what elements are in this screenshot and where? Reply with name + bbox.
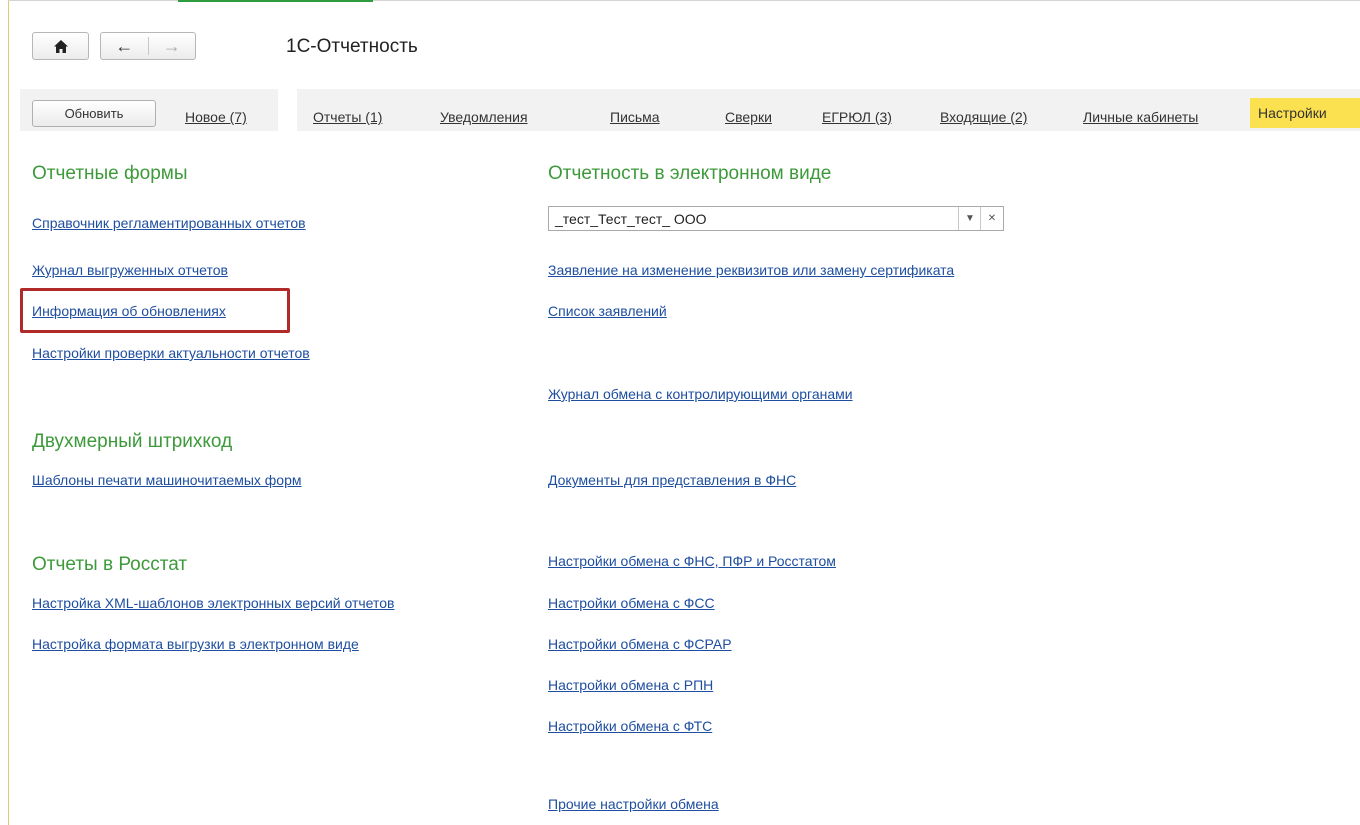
tab-incoming[interactable]: Входящие (2) <box>940 109 1027 125</box>
tab-personal-accounts[interactable]: Личные кабинеты <box>1083 109 1198 125</box>
tab-egrul[interactable]: ЕГРЮЛ (3) <box>822 109 892 125</box>
section-title-2d-barcode: Двухмерный штрихкод <box>32 431 233 452</box>
link-export-format-settings[interactable]: Настройка формата выгрузки в электронном… <box>32 636 359 652</box>
arrow-right-icon: → <box>162 36 181 56</box>
home-button[interactable] <box>32 32 89 60</box>
tab-notifications[interactable]: Уведомления <box>440 109 528 125</box>
section-title-report-forms: Отчетные формы <box>32 163 188 184</box>
arrow-left-icon: ← <box>115 36 134 56</box>
page-title: 1С-Отчетность <box>286 36 418 57</box>
left-border <box>8 0 9 825</box>
link-relevance-check-settings[interactable]: Настройки проверки актуальности отчетов <box>32 345 310 361</box>
active-window-indicator <box>178 0 373 2</box>
refresh-button[interactable]: Обновить <box>32 100 156 127</box>
history-navigation: ← → <box>100 32 196 60</box>
tab-settings[interactable]: Настройки <box>1250 98 1360 128</box>
organization-value: _тест_Тест_тест_ ООО <box>555 211 707 227</box>
home-icon <box>53 39 68 53</box>
tab-letters[interactable]: Письма <box>610 109 660 125</box>
link-other-exchange-settings[interactable]: Прочие настройки обмена <box>548 796 719 812</box>
section-title-rosstat: Отчеты в Росстат <box>32 554 188 575</box>
link-fsrar-settings[interactable]: Настройки обмена с ФСРАР <box>548 636 732 652</box>
link-exported-reports-journal[interactable]: Журнал выгруженных отчетов <box>32 262 228 278</box>
chevron-down-icon: ▼ <box>965 213 975 224</box>
link-fns-documents[interactable]: Документы для представления в ФНС <box>548 472 796 488</box>
link-applications-list[interactable]: Список заявлений <box>548 303 667 319</box>
link-fns-pfr-rosstat-settings[interactable]: Настройки обмена с ФНС, ПФР и Росстатом <box>548 553 836 569</box>
link-xml-templates-settings[interactable]: Настройка XML-шаблонов электронных верси… <box>32 595 394 611</box>
tab-reports[interactable]: Отчеты (1) <box>313 109 382 125</box>
tab-reconciliations[interactable]: Сверки <box>725 109 772 125</box>
organization-select[interactable]: _тест_Тест_тест_ ООО ▼ ✕ <box>548 206 1004 231</box>
section-title-electronic-reporting: Отчетность в электронном виде <box>548 163 832 184</box>
link-fts-settings[interactable]: Настройки обмена с ФТС <box>548 718 712 734</box>
link-machine-readable-print-templates[interactable]: Шаблоны печати машиночитаемых форм <box>32 472 302 488</box>
link-exchange-journal[interactable]: Журнал обмена с контролирующими органами <box>548 386 853 402</box>
new-items-link[interactable]: Новое (7) <box>185 109 247 125</box>
close-icon: ✕ <box>987 213 997 224</box>
clear-button[interactable]: ✕ <box>980 207 1003 230</box>
link-rpn-settings[interactable]: Настройки обмена с РПН <box>548 677 713 693</box>
link-fss-settings[interactable]: Настройки обмена с ФСС <box>548 595 715 611</box>
link-regulated-reports-directory[interactable]: Справочник регламентированных отчетов <box>32 215 306 231</box>
back-button[interactable]: ← <box>101 33 148 59</box>
link-requisites-change-application[interactable]: Заявление на изменение реквизитов или за… <box>548 262 954 278</box>
forward-button[interactable]: → <box>149 33 196 59</box>
highlight-frame <box>20 288 290 333</box>
dropdown-button[interactable]: ▼ <box>958 207 981 230</box>
